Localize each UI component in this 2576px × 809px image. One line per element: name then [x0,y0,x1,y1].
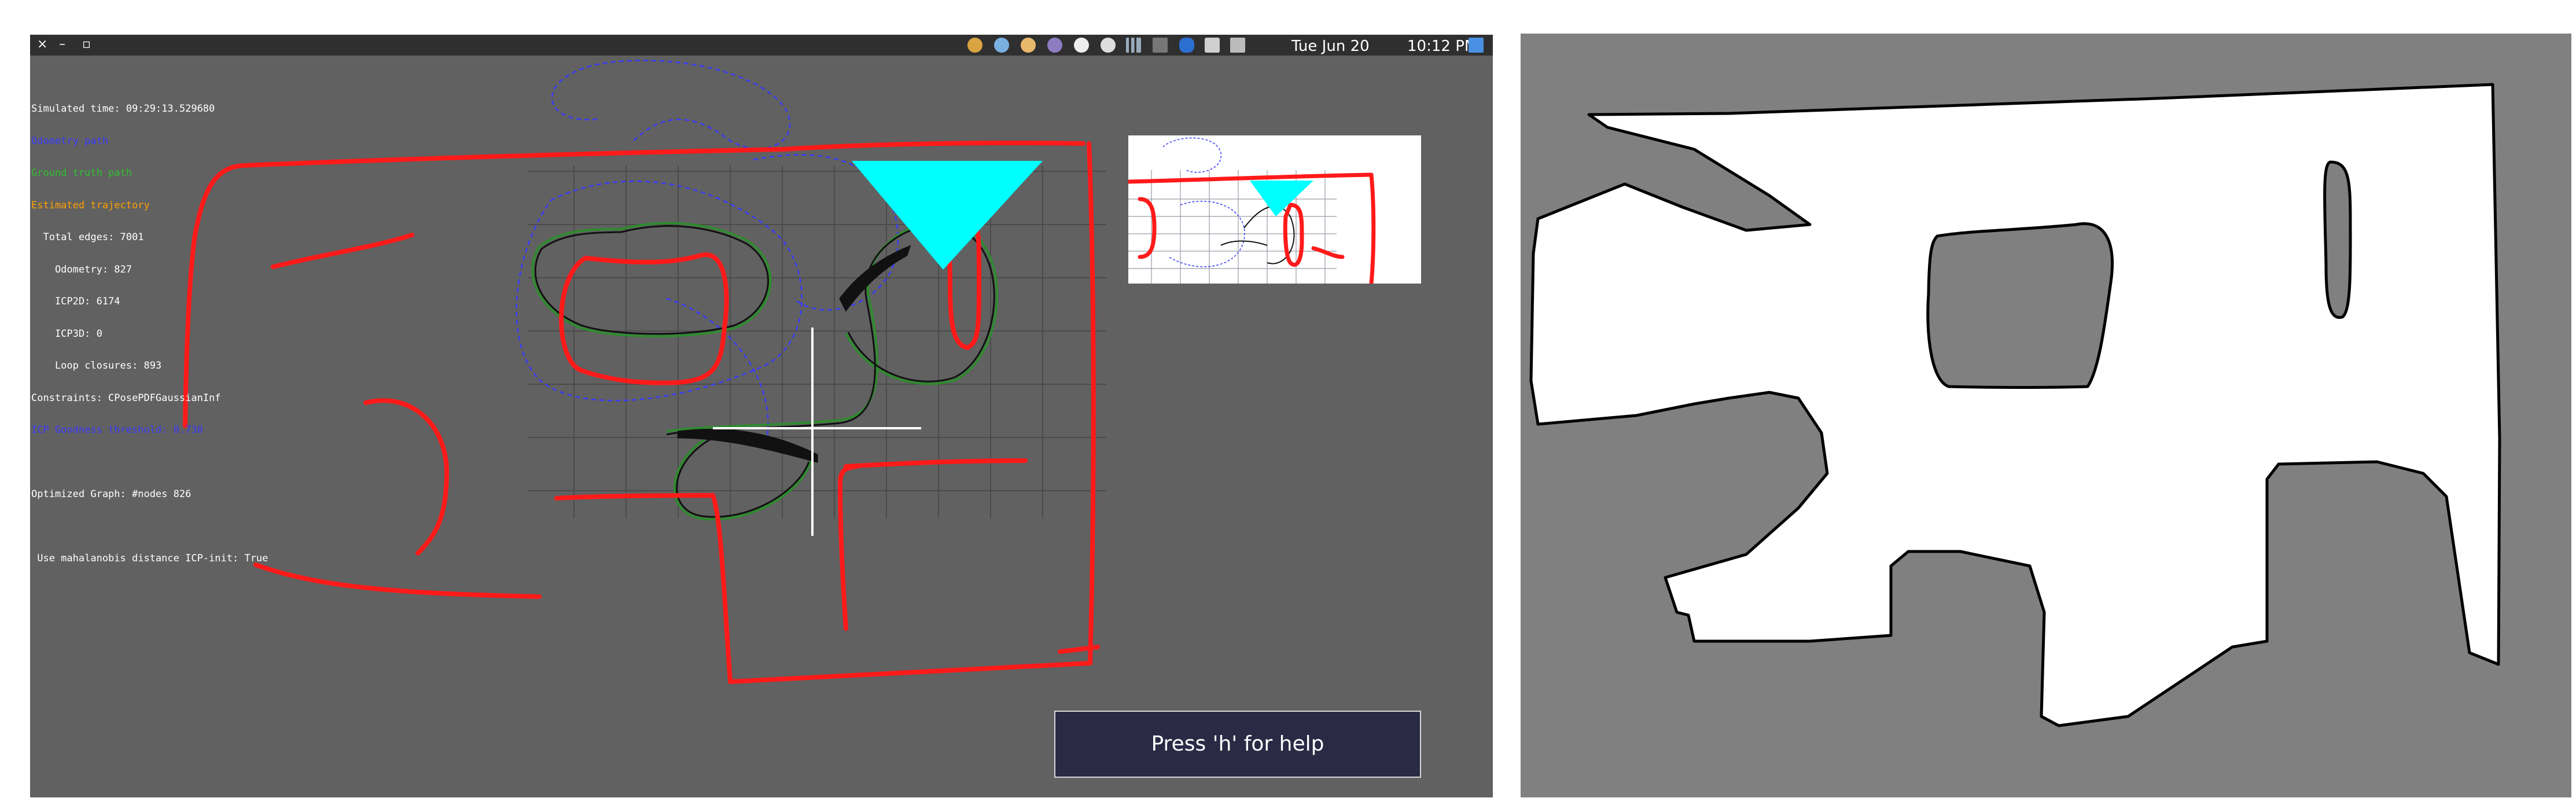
overlay-line: Optimized Graph: #nodes 826 [31,488,192,500]
overlay-line: Loop closures: 893 [31,360,162,372]
minimap-viewport[interactable] [1128,135,1421,284]
overlay-line: Odometry: 827 [31,263,132,275]
bluetooth-icon[interactable] [1179,38,1194,53]
graphslam-viewer-window[interactable]: × – ▫ Tue Jun 20 10:12 PM Simulated time… [30,35,1493,797]
onion-icon[interactable] [1021,38,1036,53]
keyboard-layout-icon[interactable] [1153,38,1168,53]
robot-fov-triangle [852,161,1043,270]
connection-icon[interactable] [1074,38,1089,53]
free-space-region [1529,83,2501,727]
volume-icon[interactable] [1230,38,1245,53]
overlay-line: Estimated trajectory [31,199,150,211]
overlay-line: ICP2D: 6174 [31,296,120,307]
overlay-line: Constraints: CPosePDFGaussianInf [31,392,221,404]
chromium-icon[interactable] [1101,38,1116,53]
occupancy-grid-map-view[interactable] [1521,34,2571,797]
minimap-canvas [1128,137,1376,284]
clipboard-icon[interactable] [1205,38,1220,53]
maximize-window-button[interactable]: ▫ [82,37,91,52]
dropbox-icon[interactable] [994,38,1009,53]
help-hint-box: Press 'h' for help [1054,711,1421,778]
browser-icon[interactable] [967,38,982,53]
obstacle-block [1926,222,2114,389]
pillar-obstacle [2323,160,2352,319]
overlay-line: Total edges: 7001 [31,231,144,243]
minimize-window-button[interactable]: – [59,37,65,52]
overlay-line: ICP3D: 0 [31,328,102,340]
overlay-line [31,457,268,468]
monitor-icon[interactable] [1469,38,1484,53]
network-signal-icon[interactable] [1126,38,1141,53]
ground-grid [528,166,1106,519]
overlay-line: Ground truth path [31,167,132,179]
time-label[interactable]: 10:12 PM [1407,38,1477,55]
overlay-line: Use mahalanobis distance ICP-init: True [31,553,268,564]
viber-icon[interactable] [1047,38,1062,53]
date-label[interactable]: Tue Jun 20 [1291,38,1370,55]
close-window-button[interactable]: × [37,37,47,52]
overlay-line: ICP Goodness threshold: 0.730 [31,424,203,436]
3d-scene-viewport[interactable]: Simulated time: 09:29:13.529680 Odometry… [30,56,1493,797]
overlay-line: Simulated time: 09:29:13.529680 [31,103,215,115]
estimated-trajectory [534,223,995,518]
overlay-line: Odometry path [31,135,109,147]
overlay-line [31,521,268,532]
system-top-bar: × – ▫ Tue Jun 20 10:12 PM [30,35,1493,56]
stats-overlay: Simulated time: 09:29:13.529680 Odometry… [31,82,268,586]
occupancy-grid-canvas [1529,83,2501,727]
